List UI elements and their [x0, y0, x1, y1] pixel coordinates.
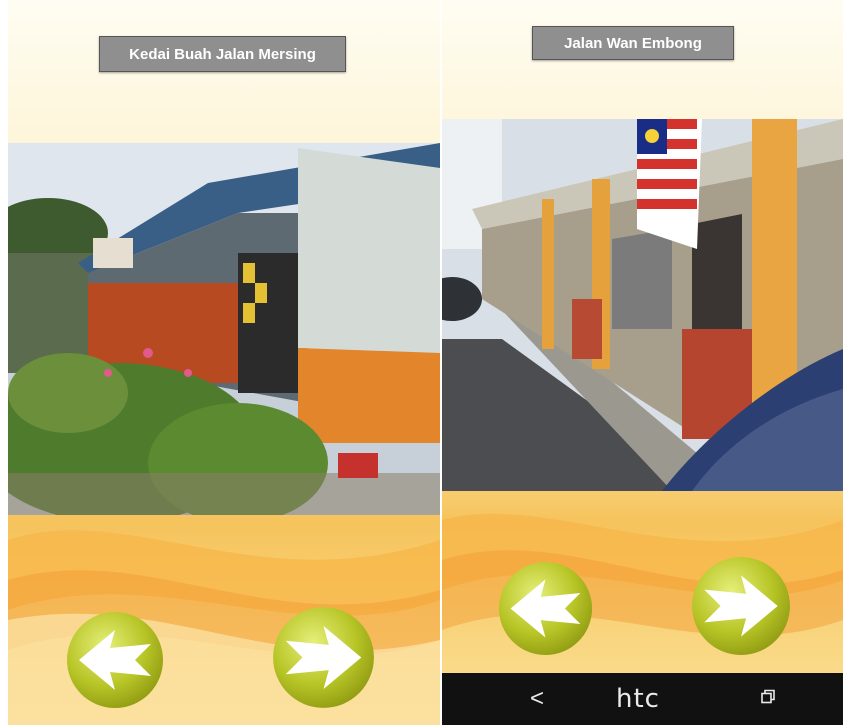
location-photo [442, 119, 843, 491]
page-title-text: Jalan Wan Embong [564, 34, 702, 52]
system-back-button[interactable]: < [530, 685, 544, 713]
recent-apps-icon[interactable] [760, 689, 776, 710]
htc-logo: htc [616, 684, 660, 714]
arrow-right-icon [273, 607, 374, 708]
left-screen: Kedai Buah Jalan Mersing [8, 0, 440, 725]
arrow-right-icon [692, 557, 790, 655]
back-button[interactable] [65, 610, 165, 710]
arrow-left-icon [67, 612, 163, 708]
back-button[interactable] [497, 560, 594, 657]
page-title: Kedai Buah Jalan Mersing [99, 36, 346, 72]
arrow-left-icon [498, 561, 593, 656]
system-navigation-bar: < htc [442, 673, 843, 725]
next-button[interactable] [271, 605, 376, 710]
page-title: Jalan Wan Embong [532, 26, 734, 60]
location-photo [8, 143, 440, 515]
next-button[interactable] [690, 555, 792, 657]
page-title-text: Kedai Buah Jalan Mersing [129, 45, 316, 63]
right-screen: Jalan Wan Embong < htc [442, 0, 843, 725]
